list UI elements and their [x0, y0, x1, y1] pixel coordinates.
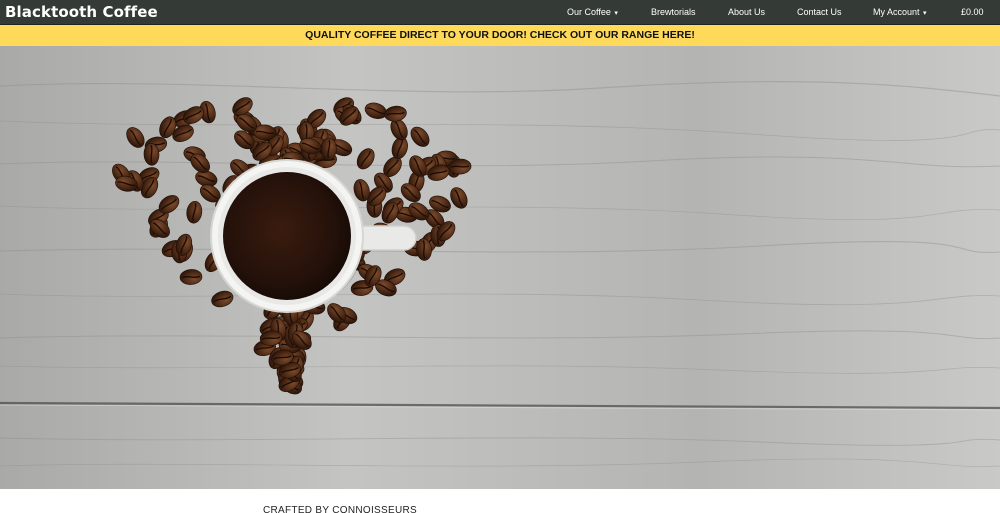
promo-banner[interactable]: QUALITY COFFEE DIRECT TO YOUR DOOR! CHEC… [0, 25, 1000, 46]
wood-background [0, 46, 1000, 489]
nav-about-us[interactable]: About Us [728, 6, 765, 18]
top-navbar: Blacktooth Coffee Our Coffee ▾ Brewtoria… [0, 0, 1000, 25]
nav-my-account[interactable]: My Account ▾ [873, 6, 927, 20]
nav-my-account-label: My Account [873, 7, 920, 17]
hero-image [0, 46, 1000, 489]
nav-menu: Our Coffee ▾ Brewtorials About Us Contac… [0, 0, 1000, 25]
hero-illustration [0, 46, 1000, 489]
basket-total-link[interactable]: £0.00 [961, 6, 984, 18]
nav-our-coffee-label: Our Coffee [567, 7, 611, 17]
section-heading: CRAFTED BY CONNOISSEURS [263, 505, 417, 513]
chevron-down-icon: ▾ [923, 10, 927, 17]
nav-brewtorials[interactable]: Brewtorials [651, 6, 696, 18]
coffee-surface [223, 172, 351, 300]
chevron-down-icon: ▾ [614, 10, 618, 17]
nav-our-coffee[interactable]: Our Coffee ▾ [567, 6, 618, 20]
nav-contact-us[interactable]: Contact Us [797, 6, 842, 18]
